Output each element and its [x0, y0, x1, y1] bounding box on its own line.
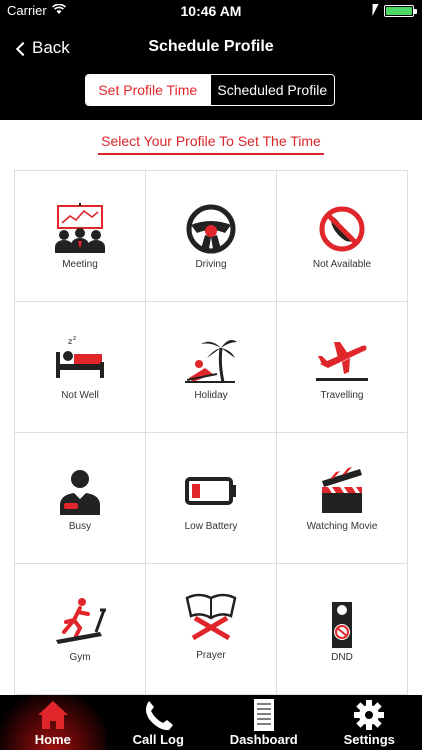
treadmill-icon: [56, 598, 106, 644]
profile-busy[interactable]: Busy: [15, 433, 146, 564]
tab-call-log[interactable]: Call Log: [106, 695, 212, 750]
instruction-text: Select Your Profile To Set The Time: [98, 133, 324, 155]
svg-text:z: z: [73, 335, 76, 342]
profile-not-well[interactable]: z z Not Well: [15, 302, 146, 433]
profile-label: DND: [331, 652, 353, 663]
clapperboard-icon: [322, 467, 362, 513]
profile-prayer[interactable]: Prayer: [146, 564, 277, 695]
document-icon: [253, 699, 274, 731]
profile-label: Not Available: [312, 259, 372, 270]
profile-watching-movie[interactable]: Watching Movie: [277, 433, 408, 564]
busy-person-icon: [60, 470, 100, 515]
segment-set-profile-time[interactable]: Set Profile Time: [86, 75, 210, 105]
profile-gym[interactable]: Gym: [15, 564, 146, 695]
profile-label: Watching Movie: [306, 521, 378, 532]
profile-segmented-control: Set Profile Time Scheduled Profile: [85, 74, 335, 106]
tab-label: Call Log: [132, 732, 184, 747]
sick-bed-icon: z z: [56, 335, 104, 378]
airplane-icon: [316, 342, 368, 381]
tab-label: Home: [34, 732, 71, 747]
tab-dashboard[interactable]: Dashboard: [211, 695, 317, 750]
profile-label: Not Well: [61, 390, 99, 401]
status-bar: Carrier 10:46 AM: [0, 0, 422, 22]
steering-wheel-icon: [186, 204, 236, 254]
tab-home[interactable]: Home: [0, 695, 106, 750]
profile-label: Meeting: [62, 259, 98, 270]
profile-meeting[interactable]: Meeting: [15, 171, 146, 302]
book-stand-icon: [185, 593, 237, 641]
profile-dnd[interactable]: DND: [277, 564, 408, 695]
profile-holiday[interactable]: Holiday: [146, 302, 277, 433]
low-battery-icon: [185, 477, 236, 505]
profile-grid: Meeting Driving Not Available z z Not We…: [14, 170, 408, 695]
profile-travelling[interactable]: Travelling: [277, 302, 408, 433]
meeting-icon: [55, 203, 105, 253]
instruction-heading: Select Your Profile To Set The Time: [0, 133, 422, 155]
profile-label: Travelling: [320, 390, 364, 401]
tab-bar: Home Call Log Dashboard Settings: [0, 695, 422, 750]
profile-not-available[interactable]: Not Available: [277, 171, 408, 302]
status-time: 10:46 AM: [180, 3, 242, 19]
svg-text:z: z: [68, 337, 72, 346]
tab-label: Settings: [343, 732, 395, 747]
profile-label: Holiday: [194, 390, 228, 401]
profile-label: Low Battery: [184, 521, 238, 532]
profile-low-battery[interactable]: Low Battery: [146, 433, 277, 564]
segment-scheduled-profile[interactable]: Scheduled Profile: [209, 75, 334, 105]
palm-tree-icon: [185, 340, 237, 383]
page-title: Schedule Profile: [148, 38, 274, 55]
navigation-bar: Back Schedule Profile Set Profile Time S…: [0, 22, 422, 120]
profile-label: Gym: [69, 652, 91, 663]
profile-label: Driving: [195, 259, 227, 270]
profile-label: Prayer: [196, 650, 226, 661]
battery-icon: [384, 5, 417, 17]
home-icon: [37, 701, 68, 729]
gear-icon: [354, 700, 385, 730]
tab-label: Dashboard: [229, 732, 298, 747]
tab-settings[interactable]: Settings: [317, 695, 422, 750]
profile-label: Busy: [68, 521, 92, 532]
no-phone-icon: [319, 206, 365, 252]
profile-driving[interactable]: Driving: [146, 171, 277, 302]
phone-icon: [146, 701, 174, 731]
door-hanger-icon: [332, 602, 352, 648]
